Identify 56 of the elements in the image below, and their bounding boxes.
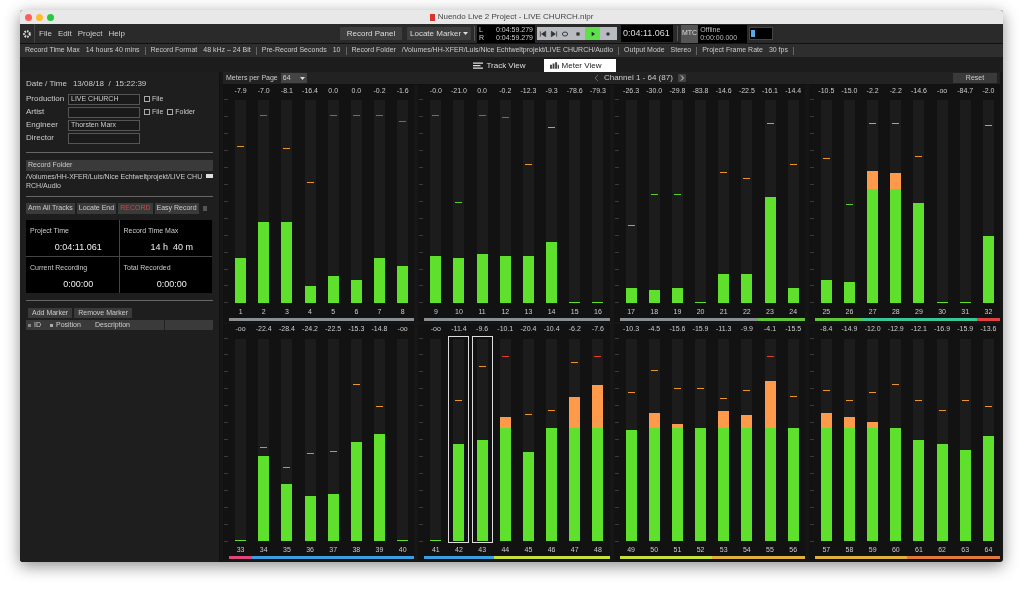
- channel-slot[interactable]: [471, 335, 493, 543]
- play-button[interactable]: [585, 27, 600, 40]
- document-icon: [429, 13, 435, 21]
- locate-dropdown[interactable]: Locate Marker: [407, 27, 471, 40]
- time-text: 0:04:11.061: [623, 26, 670, 40]
- record-icon: [603, 29, 612, 38]
- stat-value: 0:04:11.061: [53, 240, 102, 254]
- previous-icon[interactable]: [593, 74, 599, 82]
- menu-item[interactable]: Project: [77, 27, 103, 40]
- meter-overload-segment: [592, 385, 604, 428]
- list-icon: [473, 62, 484, 69]
- checkbox[interactable]: [144, 96, 150, 102]
- menu-item[interactable]: Edit: [57, 27, 72, 40]
- caret-icon: [299, 76, 305, 80]
- meter-overload-segment: [648, 413, 660, 428]
- menu-item[interactable]: Help: [108, 27, 126, 40]
- view-tab[interactable]: Meter View: [543, 59, 616, 72]
- menu-item[interactable]: File: [39, 27, 52, 40]
- checkbox[interactable]: [144, 109, 150, 115]
- field-label: Artist: [26, 106, 46, 118]
- channel-slot[interactable]: [448, 335, 470, 543]
- level-meter-icon: [749, 27, 773, 40]
- stop-icon: [573, 29, 582, 38]
- meter-overload-segment: [844, 417, 855, 428]
- meter-overload-segment: [820, 413, 832, 428]
- meter-overload-segment: [764, 381, 776, 428]
- field-label: Production: [26, 93, 66, 105]
- text-field[interactable]: [68, 106, 140, 118]
- field-label: Director: [26, 132, 55, 144]
- caret-icon: [463, 32, 468, 35]
- meter-overload-segment: [741, 415, 753, 428]
- meter-overload-segment: [671, 423, 683, 428]
- meter-overload-segment: [890, 172, 902, 190]
- skip-forward-icon: [549, 29, 558, 38]
- stat-value: 0:00:00: [62, 277, 94, 291]
- meter-overload-segment: [499, 417, 511, 428]
- next-icon[interactable]: [677, 74, 686, 82]
- meter-overload-segment: [718, 411, 730, 428]
- meter-overload-segment: [867, 421, 879, 428]
- date-value: 13/08/18 / 15:22:39: [72, 78, 147, 90]
- skip-back-icon: [538, 29, 547, 38]
- cycle-icon: [560, 29, 569, 38]
- meter-overload-segment: [867, 170, 879, 190]
- date-label: Date / Time: [26, 78, 67, 90]
- field-label: Engineer: [26, 119, 60, 131]
- meter-overload-segment: [569, 397, 581, 428]
- window-title: Nuendo Live 2 Project - LIVE CHURCH.nlpr: [437, 11, 594, 23]
- stat-value: 0:00:00: [155, 277, 187, 291]
- text-field[interactable]: [68, 132, 140, 144]
- settings-icon[interactable]: [23, 29, 31, 38]
- channel-range-label: Channel 1 - 64 (87): [603, 72, 673, 84]
- record-panel-button[interactable]: Record Panel: [340, 27, 402, 40]
- bars-icon: [549, 62, 559, 69]
- view-tab[interactable]: Track View: [467, 59, 532, 72]
- stat-value: 14 h 40 m: [149, 240, 193, 254]
- checkbox[interactable]: [167, 109, 174, 115]
